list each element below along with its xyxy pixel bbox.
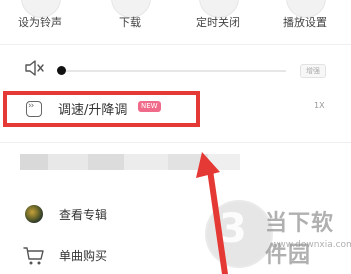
view-album-item[interactable]: 查看专辑 [0, 202, 351, 228]
playback-settings-label: 播放设置 [283, 16, 327, 29]
volume-row: 增强 [0, 56, 351, 84]
divider [0, 44, 351, 45]
set-ringtone-label: 设为铃声 [18, 16, 62, 29]
action-row: 设为铃声 下载 定时关闭 播放设置 [0, 0, 351, 44]
download-label: 下载 [119, 16, 141, 29]
mute-icon[interactable] [24, 59, 46, 77]
buy-single-label: 单曲购买 [59, 249, 108, 263]
highlight-annotation-box [3, 91, 200, 127]
volume-enhance-toggle[interactable]: 增强 [300, 64, 326, 78]
album-cover-icon [25, 205, 43, 223]
sleep-timer-label: 定时关闭 [196, 16, 240, 29]
redacted-row [20, 154, 240, 170]
divider [0, 142, 351, 143]
buy-single-item[interactable]: 单曲购买 [0, 243, 351, 269]
volume-slider-knob[interactable] [57, 66, 66, 75]
cart-icon [23, 247, 44, 265]
speed-value: 1X [314, 101, 325, 110]
view-album-label: 查看专辑 [59, 208, 108, 222]
volume-slider-track[interactable] [66, 70, 286, 72]
